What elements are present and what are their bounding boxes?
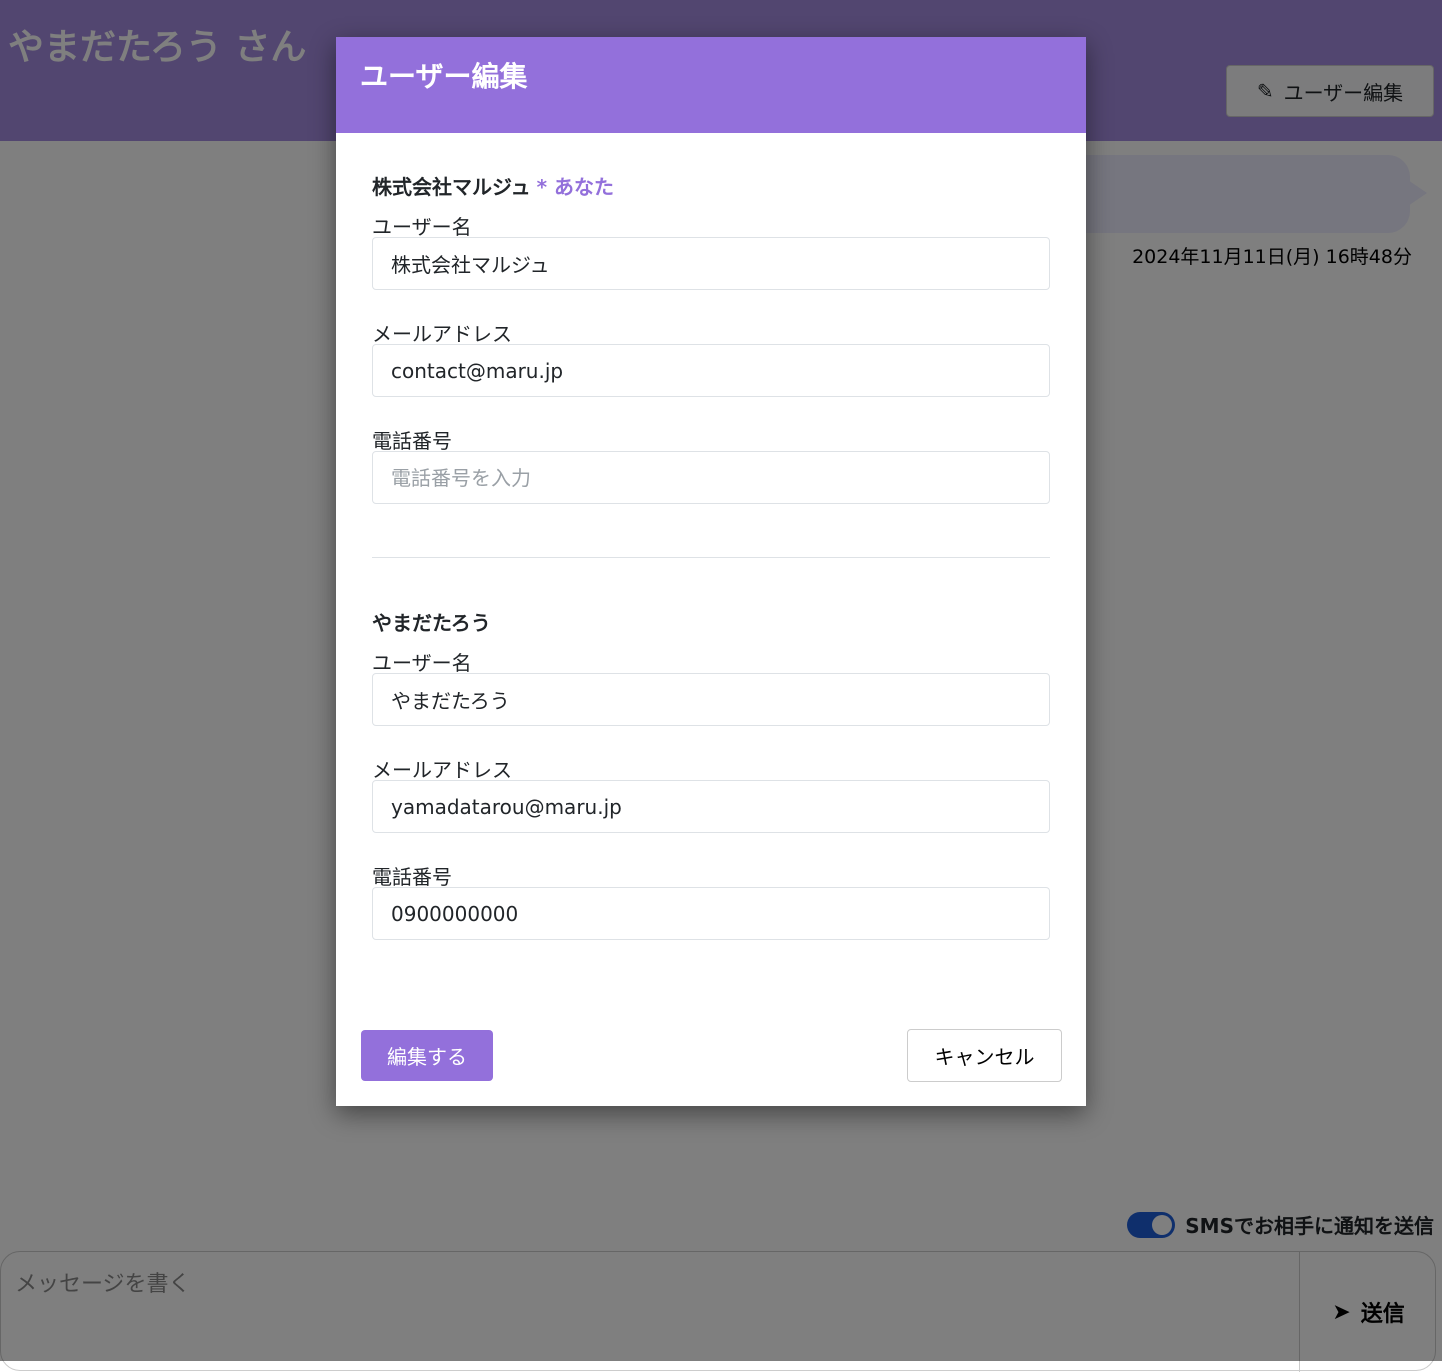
user-name-heading: やまだたろう bbox=[372, 611, 491, 635]
username-label: ユーザー名 bbox=[372, 215, 472, 239]
you-marker: * あなた bbox=[536, 175, 615, 199]
user-section-yamada: やまだたろう ユーザー名 メールアドレス 電話番号 bbox=[372, 607, 1050, 968]
user-edit-modal: ユーザー編集 株式会社マルジュ* あなた ユーザー名 メールアドレス 電話番号 … bbox=[336, 37, 1086, 1106]
phone-input[interactable] bbox=[372, 887, 1050, 940]
phone-label: 電話番号 bbox=[372, 865, 452, 889]
divider bbox=[372, 557, 1050, 558]
email-label: メールアドレス bbox=[372, 758, 512, 782]
phone-label: 電話番号 bbox=[372, 429, 452, 453]
submit-edit-button[interactable]: 編集する bbox=[361, 1030, 493, 1081]
modal-title: ユーザー編集 bbox=[336, 37, 1086, 133]
email-label: メールアドレス bbox=[372, 322, 512, 346]
email-input[interactable] bbox=[372, 344, 1050, 397]
user-section-company: 株式会社マルジュ* あなた ユーザー名 メールアドレス 電話番号 bbox=[372, 171, 1050, 532]
phone-input[interactable] bbox=[372, 451, 1050, 504]
username-input[interactable] bbox=[372, 237, 1050, 290]
username-label: ユーザー名 bbox=[372, 651, 472, 675]
email-input[interactable] bbox=[372, 780, 1050, 833]
cancel-button[interactable]: キャンセル bbox=[907, 1029, 1062, 1082]
username-input[interactable] bbox=[372, 673, 1050, 726]
user-name-heading: 株式会社マルジュ bbox=[372, 175, 531, 199]
